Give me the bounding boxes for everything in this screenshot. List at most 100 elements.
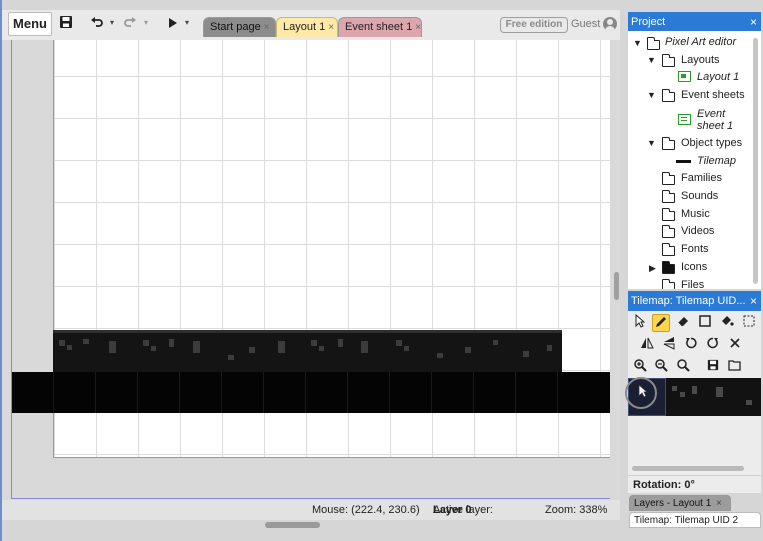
tile-pixel — [493, 340, 498, 345]
tile-pixel — [319, 346, 324, 351]
expand-arrow-icon[interactable]: ▼ — [647, 138, 656, 148]
close-icon[interactable] — [726, 336, 744, 354]
user-name[interactable]: Guest — [571, 18, 600, 30]
tree-item-sounds[interactable]: Sounds — [681, 188, 718, 204]
layout-view[interactable] — [0, 40, 620, 500]
folder-icon — [647, 37, 660, 50]
tree-item-files[interactable]: Files — [681, 277, 704, 289]
zoom-reset-icon[interactable] — [674, 358, 692, 376]
folder-icon — [662, 208, 675, 221]
tree-item-families[interactable]: Families — [681, 170, 722, 186]
tree-item-event-sheet-1-line2[interactable]: sheet 1 — [697, 118, 733, 134]
tile-pixel — [716, 387, 723, 397]
mouse-position: Mouse: (222.4, 230.6) — [312, 504, 420, 516]
tree-item-icons[interactable]: Icons — [681, 259, 707, 275]
tile-divider — [515, 372, 516, 413]
tile-pixel — [278, 341, 285, 353]
fill-tool-icon[interactable] — [718, 314, 736, 332]
expand-arrow-icon[interactable]: ▼ — [647, 55, 656, 65]
tile-pixel — [109, 341, 116, 353]
tree-item-fonts[interactable]: Fonts — [681, 241, 709, 257]
close-icon[interactable]: × — [328, 22, 334, 33]
close-icon[interactable]: × — [264, 22, 270, 33]
tile-pixel — [228, 355, 234, 360]
selection-tool-icon[interactable] — [740, 314, 758, 332]
zoom-out-icon[interactable] — [652, 358, 670, 376]
mouse-cursor-icon — [638, 384, 649, 401]
pencil-tool-icon[interactable] — [652, 314, 670, 332]
tab-start-page[interactable]: Start page × — [203, 17, 276, 37]
zoom-level: Zoom: 338% — [545, 504, 608, 516]
tile-pixel — [396, 340, 402, 346]
tab-tilemap[interactable]: Tilemap: Tilemap UID 2 — [629, 512, 761, 528]
tile-divider — [305, 372, 306, 413]
tree-item-music[interactable]: Music — [681, 206, 710, 222]
tab-label: Event sheet 1 — [345, 21, 413, 33]
save-icon[interactable] — [704, 358, 722, 376]
collapse-arrow-icon[interactable]: ▶ — [649, 263, 656, 274]
window-edge — [0, 0, 2, 541]
rotate-ccw-icon[interactable] — [682, 336, 700, 354]
tile-pixel — [151, 346, 156, 351]
tree-item-tilemap[interactable]: Tilemap — [697, 153, 736, 169]
rotate-cw-icon[interactable] — [704, 336, 722, 354]
open-folder-icon[interactable] — [726, 358, 744, 376]
close-icon[interactable]: × — [716, 498, 722, 509]
close-icon[interactable]: × — [750, 12, 757, 32]
tile-pixel — [523, 351, 529, 357]
expand-arrow-icon[interactable]: ▼ — [647, 90, 656, 100]
tile-divider — [389, 372, 390, 413]
expand-arrow-icon[interactable]: ▼ — [633, 38, 642, 48]
layout-vertical-scrollbar[interactable] — [614, 272, 619, 300]
tile-pixel — [437, 353, 443, 358]
main-toolbar: Menu ▾ ▾ ▾ Start page × Layout 1 × Event s… — [0, 10, 620, 40]
tile-pixel — [746, 400, 752, 405]
pointer-tool-icon[interactable] — [631, 313, 649, 332]
folder-icon — [662, 261, 675, 274]
tile-pixel — [67, 345, 72, 350]
layout-icon — [678, 71, 691, 82]
tilemap-row-bottom[interactable] — [12, 372, 610, 413]
menu-button[interactable]: Menu — [8, 12, 52, 36]
tile-pixel — [404, 346, 409, 351]
redo-icon[interactable] — [122, 15, 138, 33]
tree-item-event-sheets[interactable]: Event sheets — [681, 87, 745, 103]
tab-event-sheet-1[interactable]: Event sheet 1 × — [338, 17, 422, 37]
folder-icon — [662, 172, 675, 185]
rectangle-tool-icon[interactable] — [696, 314, 714, 332]
tile-divider — [95, 372, 96, 413]
project-scrollbar[interactable] — [753, 38, 758, 284]
tree-item-root[interactable]: Pixel Art editor — [665, 34, 736, 50]
tab-label: Layout 1 — [283, 21, 326, 33]
folder-icon — [662, 190, 675, 203]
close-icon[interactable]: × — [415, 22, 421, 33]
tree-item-videos[interactable]: Videos — [681, 223, 714, 239]
tile-pixel — [59, 340, 65, 346]
undo-dropdown-icon[interactable]: ▾ — [110, 18, 114, 27]
tree-item-layout-1[interactable]: Layout 1 — [697, 69, 739, 85]
redo-dropdown-icon[interactable]: ▾ — [144, 18, 148, 27]
horizontal-scrollbar[interactable] — [265, 522, 320, 528]
flip-tool-icon[interactable] — [660, 336, 678, 354]
undo-icon[interactable] — [89, 15, 105, 33]
user-icon[interactable] — [603, 17, 617, 31]
project-tree: ▼ Pixel Art editor ▼ Layouts Layout 1 ▼ … — [628, 31, 761, 289]
play-dropdown-icon[interactable]: ▾ — [185, 18, 189, 27]
tab-layers[interactable]: Layers - Layout 1 × — [629, 495, 731, 511]
tilemap-scrollbar[interactable] — [632, 466, 744, 471]
tilemap-row-top[interactable] — [53, 330, 562, 372]
tree-item-layouts[interactable]: Layouts — [681, 52, 720, 68]
free-edition-badge[interactable]: Free edition — [500, 17, 568, 33]
eraser-tool-icon[interactable] — [674, 314, 692, 332]
mirror-tool-icon[interactable] — [638, 336, 656, 354]
tree-item-object-types[interactable]: Object types — [681, 135, 742, 151]
close-icon[interactable]: × — [750, 291, 757, 311]
status-bar: Mouse: (222.4, 230.6) Active layer: Laye… — [0, 500, 620, 520]
save-icon[interactable] — [58, 15, 74, 33]
tile-divider — [473, 372, 474, 413]
tile-pixel — [692, 386, 697, 394]
zoom-in-icon[interactable] — [631, 358, 649, 376]
play-icon[interactable] — [166, 15, 180, 33]
tab-layout-1[interactable]: Layout 1 × — [276, 17, 338, 37]
tile-pixel — [249, 347, 255, 353]
